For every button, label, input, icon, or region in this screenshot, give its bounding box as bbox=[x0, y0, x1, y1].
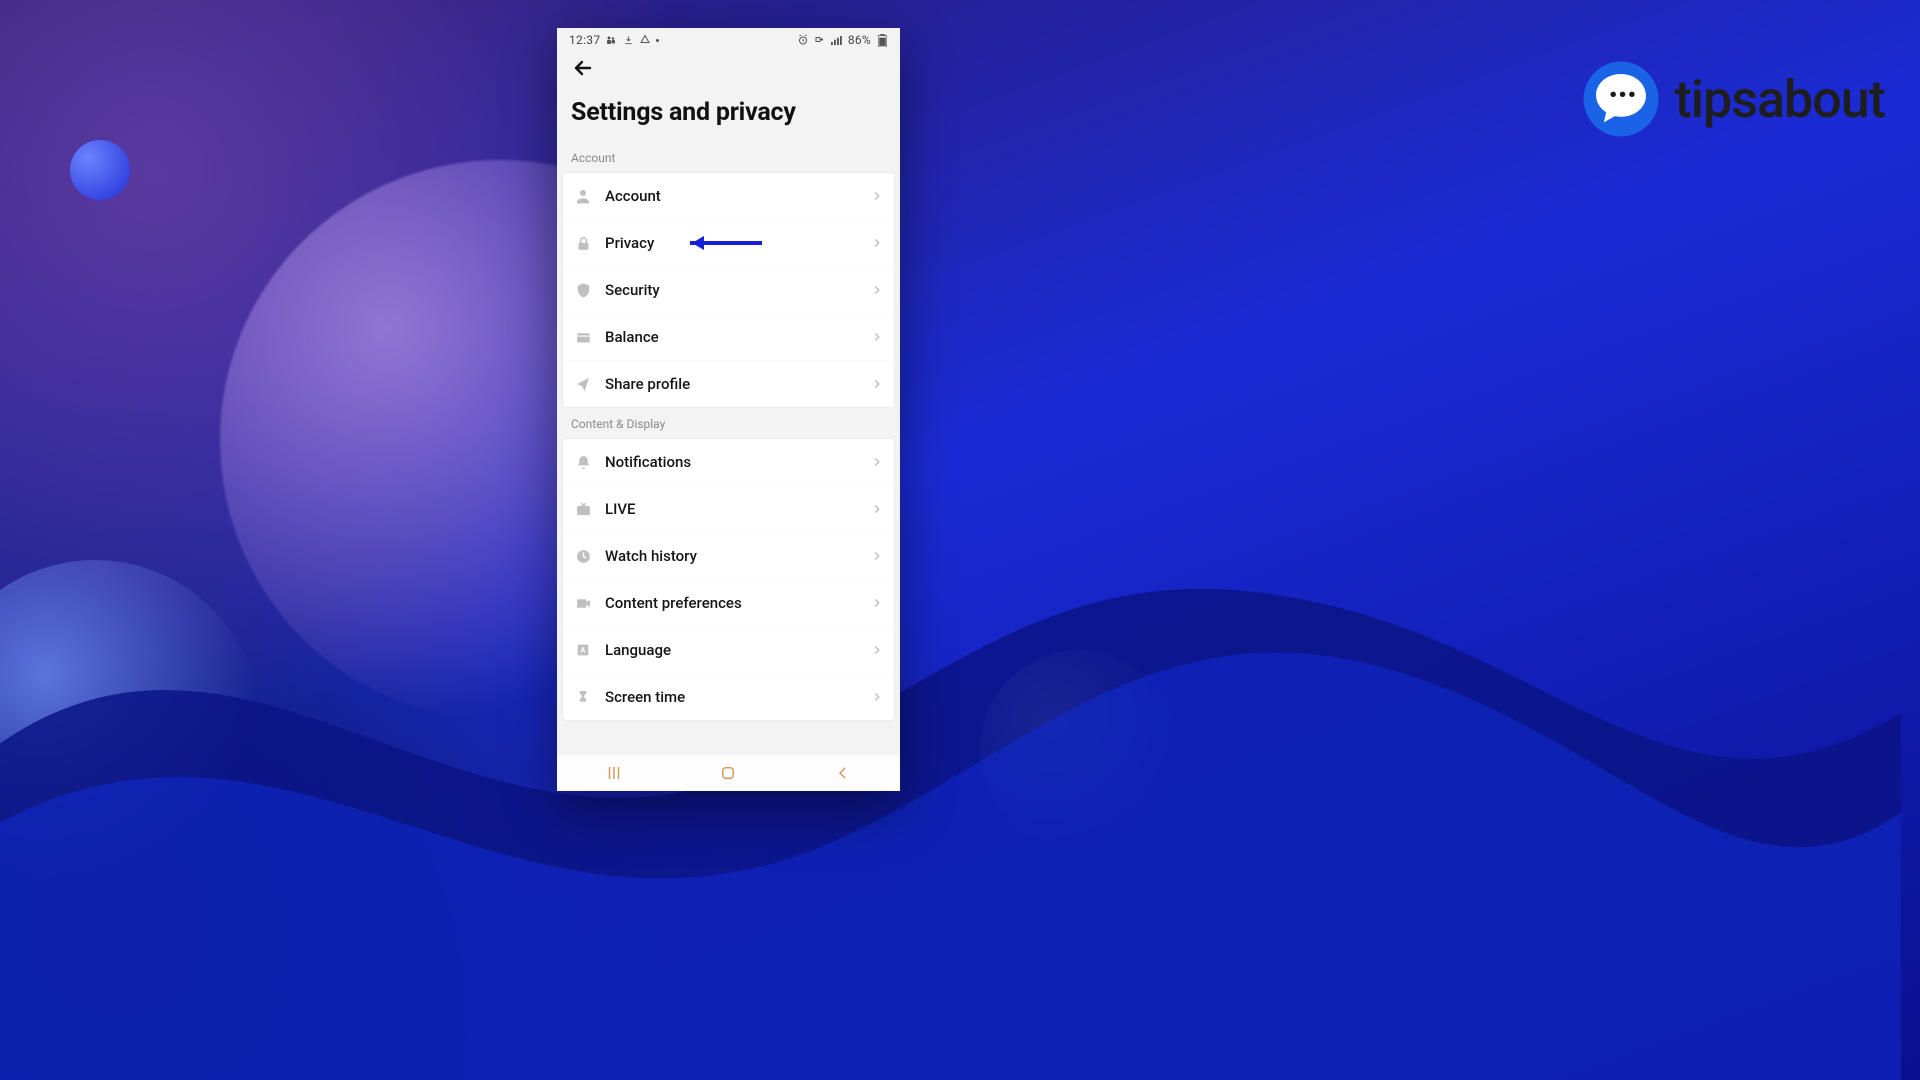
row-language[interactable]: A Language bbox=[563, 626, 894, 673]
language-icon: A bbox=[573, 640, 593, 660]
section-header-account: Account bbox=[557, 141, 900, 173]
row-security[interactable]: Security bbox=[563, 266, 894, 313]
chevron-right-icon bbox=[870, 549, 884, 563]
arrow-left-icon bbox=[571, 56, 595, 80]
row-label: Screen time bbox=[605, 688, 870, 706]
row-label: LIVE bbox=[605, 500, 870, 518]
row-label: Share profile bbox=[605, 375, 870, 393]
row-screen-time[interactable]: Screen time bbox=[563, 673, 894, 720]
decorative-circle bbox=[70, 140, 130, 200]
row-account[interactable]: Account bbox=[563, 173, 894, 219]
chevron-right-icon bbox=[870, 330, 884, 344]
row-label: Notifications bbox=[605, 453, 870, 471]
back-icon bbox=[834, 764, 852, 782]
row-notifications[interactable]: Notifications bbox=[563, 439, 894, 485]
row-label: Privacy bbox=[605, 234, 870, 252]
chevron-right-icon bbox=[870, 596, 884, 610]
decorative-circle bbox=[980, 650, 1180, 850]
signal-icon bbox=[831, 34, 843, 46]
alarm-icon bbox=[797, 34, 809, 46]
phone-frame: 12:37 86% Settings and privacy Account A… bbox=[557, 28, 900, 791]
row-label: Account bbox=[605, 187, 870, 205]
row-label: Balance bbox=[605, 328, 870, 346]
chevron-right-icon bbox=[870, 502, 884, 516]
person-icon bbox=[573, 186, 593, 206]
video-icon bbox=[573, 593, 593, 613]
row-privacy[interactable]: Privacy bbox=[563, 219, 894, 266]
section-header-content: Content & Display bbox=[557, 407, 900, 439]
chevron-right-icon bbox=[870, 377, 884, 391]
page-title: Settings and privacy bbox=[557, 84, 900, 141]
row-balance[interactable]: Balance bbox=[563, 313, 894, 360]
chevron-right-icon bbox=[870, 236, 884, 250]
home-icon bbox=[719, 764, 737, 782]
section-group-content: Notifications LIVE Watch history Content… bbox=[563, 439, 894, 720]
chevron-right-icon bbox=[870, 690, 884, 704]
chevron-right-icon bbox=[870, 455, 884, 469]
lock-icon bbox=[573, 233, 593, 253]
row-watch-history[interactable]: Watch history bbox=[563, 532, 894, 579]
speech-bubble-icon bbox=[1582, 60, 1660, 138]
hourglass-icon bbox=[573, 687, 593, 707]
row-share-profile[interactable]: Share profile bbox=[563, 360, 894, 407]
share-icon bbox=[573, 374, 593, 394]
svg-text:A: A bbox=[581, 646, 586, 655]
cloud-icon bbox=[639, 34, 651, 46]
status-dot-icon bbox=[656, 39, 659, 42]
wallet-icon bbox=[573, 327, 593, 347]
chevron-right-icon bbox=[870, 189, 884, 203]
nav-back-button[interactable] bbox=[813, 759, 873, 787]
row-label: Watch history bbox=[605, 547, 870, 565]
brand-name: tipsabout bbox=[1674, 69, 1885, 130]
row-content-preferences[interactable]: Content preferences bbox=[563, 579, 894, 626]
teams-icon bbox=[605, 34, 617, 46]
chevron-right-icon bbox=[870, 283, 884, 297]
brand-logo: tipsabout bbox=[1582, 60, 1885, 138]
tv-icon bbox=[573, 499, 593, 519]
shield-icon bbox=[573, 280, 593, 300]
clock-icon bbox=[573, 546, 593, 566]
nav-recents-button[interactable] bbox=[584, 759, 644, 787]
wifi-icon bbox=[814, 34, 826, 46]
row-label: Security bbox=[605, 281, 870, 299]
recents-icon bbox=[604, 764, 624, 782]
nav-home-button[interactable] bbox=[698, 759, 758, 787]
row-label: Language bbox=[605, 641, 870, 659]
back-button[interactable] bbox=[567, 52, 599, 84]
status-time: 12:37 bbox=[569, 33, 600, 47]
decorative-circle bbox=[0, 560, 260, 890]
bell-icon bbox=[573, 452, 593, 472]
android-nav-bar bbox=[557, 755, 900, 791]
status-battery: 86% bbox=[848, 33, 871, 47]
chevron-right-icon bbox=[870, 643, 884, 657]
row-live[interactable]: LIVE bbox=[563, 485, 894, 532]
row-label: Content preferences bbox=[605, 594, 870, 612]
status-bar: 12:37 86% bbox=[557, 28, 900, 50]
download-icon bbox=[622, 34, 634, 46]
section-group-account: Account Privacy Security Balance Share p… bbox=[563, 173, 894, 407]
battery-icon bbox=[876, 34, 888, 46]
wallpaper-background bbox=[0, 0, 1920, 1080]
